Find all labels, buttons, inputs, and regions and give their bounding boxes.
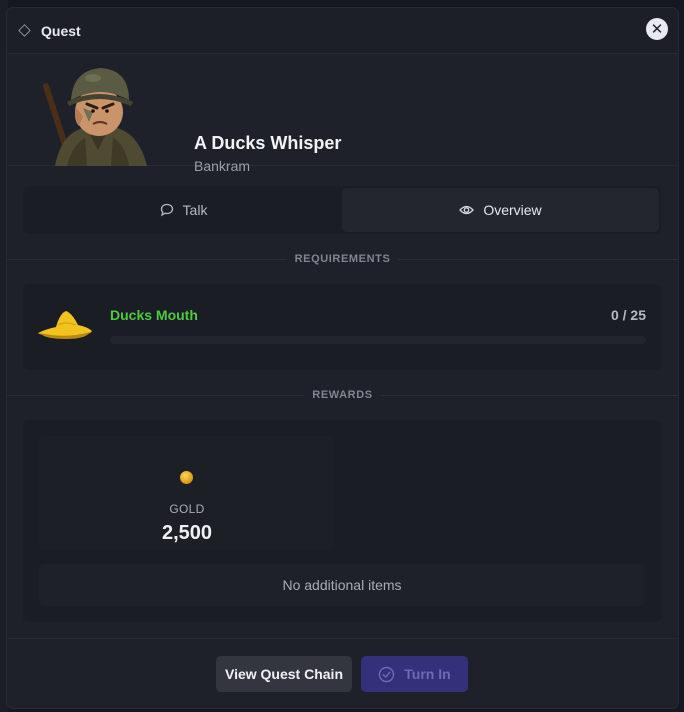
- tab-talk[interactable]: Talk: [25, 188, 342, 232]
- requirement-progress-bar: [110, 336, 646, 344]
- modal-title: Quest: [41, 22, 81, 39]
- gold-reward: GOLD 2,500: [39, 436, 335, 550]
- close-icon: ✕: [650, 20, 664, 38]
- modal-footer: View Quest Chain Turn In: [7, 638, 678, 708]
- npc-portrait: [43, 68, 147, 166]
- rewards-card: GOLD 2,500 No additional items: [23, 420, 661, 622]
- npc-section: A Ducks Whisper Bankram: [7, 54, 678, 174]
- view-quest-chain-button[interactable]: View Quest Chain: [216, 656, 352, 692]
- eye-icon: [459, 205, 475, 215]
- modal-header: Quest: [7, 8, 678, 54]
- tab-overview-label: Overview: [483, 202, 542, 218]
- turn-in-button[interactable]: Turn In: [361, 656, 468, 692]
- divider: [398, 258, 678, 260]
- requirements-heading: REQUIREMENTS: [7, 252, 678, 266]
- gold-label: GOLD: [169, 502, 205, 516]
- requirement-name: Ducks Mouth: [110, 307, 198, 323]
- quest-title: A Ducks Whisper: [194, 133, 342, 153]
- turn-in-label: Turn In: [404, 666, 451, 682]
- requirement-progress-text: 0 / 25: [610, 307, 646, 323]
- quest-modal: Quest ✕ A Ducks Whisper Bankram Talk Ove…: [7, 8, 678, 708]
- close-button[interactable]: ✕: [646, 18, 668, 40]
- tab-bar: Talk Overview: [23, 186, 661, 234]
- chat-bubble-icon: [160, 203, 173, 217]
- quest-diamond-icon: [18, 24, 31, 37]
- gold-value: 2,500: [161, 522, 213, 544]
- ducks-mouth-icon: [38, 311, 92, 339]
- npc-name: Bankram: [194, 158, 251, 174]
- gold-coin-icon: [180, 471, 193, 484]
- tab-talk-label: Talk: [182, 202, 208, 218]
- no-items-message: No additional items: [39, 564, 645, 606]
- rewards-heading: REWARDS: [7, 388, 678, 402]
- check-circle-icon: [379, 666, 395, 682]
- requirements-heading-text: REQUIREMENTS: [294, 253, 391, 265]
- divider: [7, 258, 287, 260]
- divider: [380, 394, 678, 396]
- divider: [7, 394, 305, 396]
- rewards-heading-text: REWARDS: [312, 389, 373, 401]
- tab-overview[interactable]: Overview: [342, 188, 659, 232]
- requirement-item: Ducks Mouth 0 / 25: [23, 284, 661, 370]
